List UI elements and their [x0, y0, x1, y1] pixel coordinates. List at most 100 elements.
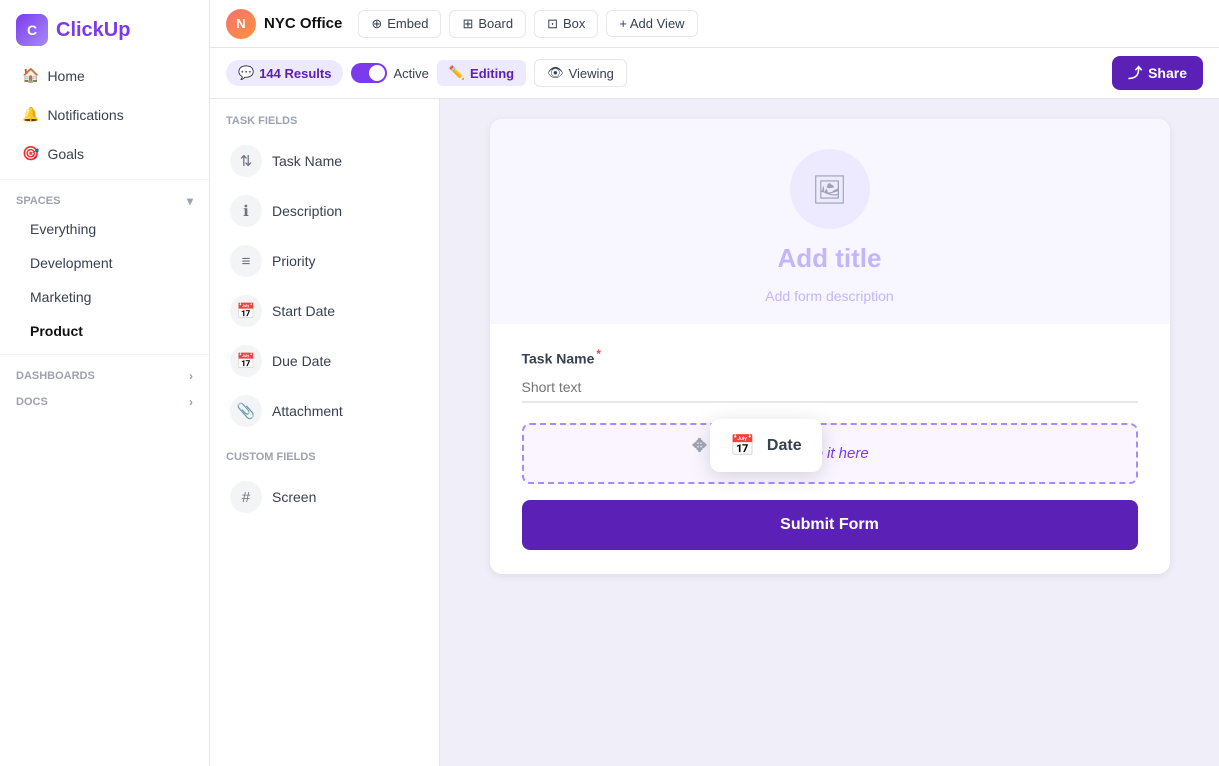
task-name-label: Task Name — [272, 153, 342, 169]
due-date-label: Due Date — [272, 353, 331, 369]
share-icon: ⤴ — [1128, 63, 1142, 83]
editing-label: Editing — [470, 66, 514, 81]
form-header: 🖼 Add title Add form description — [490, 119, 1170, 324]
product-label: Product — [30, 323, 83, 339]
editing-pencil-icon: ✏️ — [449, 65, 465, 81]
task-name-field-group: Task Name* — [522, 348, 1138, 403]
form-body: Task Name* Drop it here Submit Form — [490, 324, 1170, 574]
toggle-knob — [369, 65, 385, 81]
results-icon: 💬 — [238, 65, 254, 81]
logo-icon: C — [16, 14, 48, 46]
screen-label: Screen — [272, 489, 316, 505]
docs-label: Docs — [16, 396, 48, 408]
field-description[interactable]: ℹ Description — [222, 187, 427, 235]
sidebar-item-product[interactable]: Product — [6, 315, 203, 347]
workspace-area: N NYC Office — [226, 9, 342, 39]
viewing-eye-icon: 👁 — [547, 65, 564, 81]
priority-label: Priority — [272, 253, 316, 269]
sidebar-item-development[interactable]: Development — [6, 247, 203, 279]
dashboards-label: Dashboards — [16, 370, 95, 382]
start-date-label: Start Date — [272, 303, 335, 319]
share-label: Share — [1148, 65, 1187, 81]
fields-panel: TASK FIELDS ⇅ Task Name ℹ Description ≡ … — [210, 99, 440, 766]
share-button[interactable]: ⤴ Share — [1112, 56, 1203, 90]
form-preview: 🖼 Add title Add form description Task Na… — [440, 99, 1219, 766]
active-toggle-area: Active — [351, 63, 428, 83]
task-name-input[interactable] — [522, 373, 1138, 403]
divider — [0, 179, 209, 180]
drag-tooltip: ✥ 📅 Date — [710, 419, 822, 472]
content-area: TASK FIELDS ⇅ Task Name ℹ Description ≡ … — [210, 99, 1219, 766]
drag-handle-icon: ✥ — [692, 435, 707, 456]
box-button[interactable]: ⊡ Box — [534, 10, 598, 38]
field-priority[interactable]: ≡ Priority — [222, 237, 427, 285]
board-button[interactable]: ⊞ Board — [449, 10, 526, 38]
logo-letter: C — [27, 22, 37, 38]
field-screen[interactable]: # Screen — [222, 473, 427, 521]
workspace-name: NYC Office — [264, 15, 342, 32]
submit-label: Submit Form — [780, 516, 879, 533]
spaces-section-header: Spaces ▾ — [0, 186, 209, 212]
submit-form-button[interactable]: Submit Form — [522, 500, 1138, 550]
embed-button[interactable]: ⊕ Embed — [358, 10, 441, 38]
sidebar-item-marketing[interactable]: Marketing — [6, 281, 203, 313]
notifications-icon: 🔔 — [22, 106, 39, 123]
marketing-label: Marketing — [30, 289, 91, 305]
sidebar: C ClickUp 🏠 Home 🔔 Notifications 🎯 Goals… — [0, 0, 210, 766]
results-badge-button[interactable]: 💬 144 Results — [226, 60, 343, 86]
form-desc-placeholder[interactable]: Add form description — [765, 288, 893, 304]
sidebar-item-notifications[interactable]: 🔔 Notifications — [6, 96, 203, 133]
due-date-icon: 📅 — [230, 345, 262, 377]
development-label: Development — [30, 255, 113, 271]
task-fields-title: TASK FIELDS — [222, 115, 427, 127]
form-title-placeholder[interactable]: Add title — [778, 243, 882, 274]
field-due-date[interactable]: 📅 Due Date — [222, 337, 427, 385]
field-start-date[interactable]: 📅 Start Date — [222, 287, 427, 335]
goals-icon: 🎯 — [22, 145, 39, 162]
sidebar-item-home[interactable]: 🏠 Home — [6, 57, 203, 94]
start-date-icon: 📅 — [230, 295, 262, 327]
add-view-button[interactable]: + Add View — [606, 10, 697, 37]
task-name-field-label: Task Name* — [522, 348, 1138, 367]
home-label: Home — [47, 68, 84, 84]
everything-label: Everything — [30, 221, 96, 237]
field-task-name[interactable]: ⇅ Task Name — [222, 137, 427, 185]
form-avatar: 🖼 — [790, 149, 870, 229]
dashboards-section-header[interactable]: Dashboards › — [0, 361, 209, 387]
notifications-label: Notifications — [47, 107, 123, 123]
drag-tooltip-label: Date — [767, 437, 802, 455]
embed-icon: ⊕ — [371, 16, 382, 32]
screen-icon: # — [230, 481, 262, 513]
spaces-chevron-icon: ▾ — [187, 194, 193, 208]
date-drag-icon: 📅 — [730, 433, 755, 458]
divider-2 — [0, 354, 209, 355]
dashboards-chevron-icon: › — [189, 369, 193, 383]
logo-area: C ClickUp — [0, 0, 209, 56]
task-name-icon: ⇅ — [230, 145, 262, 177]
description-icon: ℹ — [230, 195, 262, 227]
priority-icon: ≡ — [230, 245, 262, 277]
editing-button[interactable]: ✏️ Editing — [437, 60, 526, 86]
docs-section-header[interactable]: Docs › — [0, 387, 209, 413]
drop-zone: Drop it here — [522, 423, 1138, 484]
workspace-letter: N — [236, 16, 245, 31]
form-card: 🖼 Add title Add form description Task Na… — [490, 119, 1170, 574]
active-toggle[interactable] — [351, 63, 387, 83]
form-toolbar: 💬 144 Results Active ✏️ Editing 👁 Viewin… — [210, 48, 1219, 99]
box-icon: ⊡ — [547, 16, 558, 32]
image-placeholder-icon: 🖼 — [812, 173, 848, 206]
add-view-label: + Add View — [619, 16, 684, 31]
app-name: ClickUp — [56, 19, 130, 42]
sidebar-item-goals[interactable]: 🎯 Goals — [6, 135, 203, 172]
description-label: Description — [272, 203, 342, 219]
workspace-icon: N — [226, 9, 256, 39]
spaces-label: Spaces — [16, 195, 60, 207]
sidebar-item-everything[interactable]: Everything — [6, 213, 203, 245]
docs-chevron-icon: › — [189, 395, 193, 409]
attachment-label: Attachment — [272, 403, 343, 419]
viewing-label: Viewing — [569, 66, 614, 81]
viewing-button[interactable]: 👁 Viewing — [534, 59, 627, 87]
box-label: Box — [563, 16, 585, 31]
field-attachment[interactable]: 📎 Attachment — [222, 387, 427, 435]
board-label: Board — [478, 16, 513, 31]
